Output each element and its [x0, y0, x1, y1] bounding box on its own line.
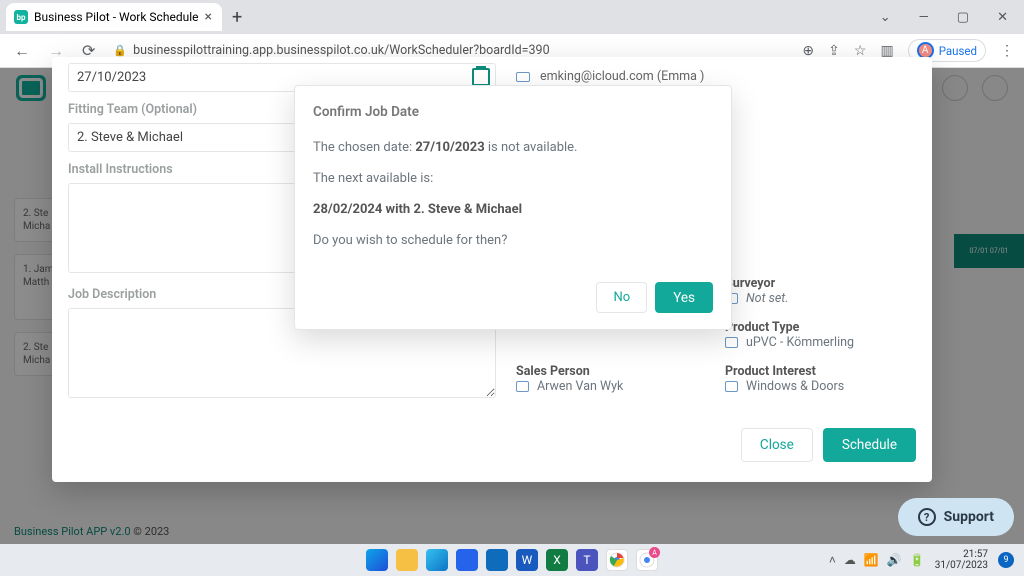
product-type-label: Product Type [725, 320, 916, 335]
confirm-title: Confirm Job Date [313, 104, 713, 120]
maximize-icon[interactable]: ▢ [957, 10, 969, 25]
url-text: businesspilottraining.app.businesspilot.… [133, 43, 550, 58]
cloud-icon[interactable]: ☁ [844, 553, 856, 567]
confirm-line1: The chosen date: 27/10/2023 is not avail… [313, 140, 713, 155]
close-button[interactable]: Close [741, 428, 813, 462]
calendar-icon[interactable] [472, 68, 490, 86]
outlook-icon[interactable] [486, 549, 508, 571]
date-text: 31/07/2023 [935, 560, 988, 571]
browser-tab-strip: bp Business Pilot - Work Schedule × + ⌄ … [0, 0, 1024, 34]
surveyor-label: Surveyor [725, 276, 916, 291]
list-icon [725, 381, 738, 392]
yes-button[interactable]: Yes [655, 282, 713, 313]
system-tray[interactable]: ˄ ☁ 📶 🔊 🔋 [829, 553, 925, 567]
product-interest-label: Product Interest [725, 364, 916, 379]
battery-icon[interactable]: 🔋 [910, 553, 925, 567]
support-button[interactable]: ? Support [898, 498, 1014, 536]
product-interest-value: Windows & Doors [746, 379, 844, 394]
url-field[interactable]: 🔒 businesspilottraining.app.businesspilo… [109, 43, 792, 58]
clock[interactable]: 21:57 31/07/2023 [935, 549, 988, 571]
chrome-active-icon[interactable]: A [636, 549, 658, 571]
word-icon[interactable]: W [516, 549, 538, 571]
excel-icon[interactable]: X [546, 549, 568, 571]
mail-icon [516, 72, 530, 82]
volume-icon[interactable]: 🔊 [887, 553, 902, 567]
lock-icon: 🔒 [113, 44, 127, 57]
chrome-icon[interactable] [606, 549, 628, 571]
surveyor-value: Not set. [746, 291, 788, 306]
product-type-value: uPVC - Kömmerling [746, 335, 854, 350]
close-window-icon[interactable]: ✕ [997, 10, 1008, 25]
close-icon[interactable]: × [204, 9, 211, 25]
browser-tab[interactable]: bp Business Pilot - Work Schedule × [6, 3, 222, 31]
tab-title: Business Pilot - Work Schedule [34, 10, 198, 24]
contact-email-row: emking@icloud.com (Emma ) [516, 69, 916, 84]
schedule-button[interactable]: Schedule [823, 428, 916, 462]
list-icon [725, 337, 738, 348]
kebab-menu-icon[interactable]: ⋮ [1000, 43, 1014, 59]
taskbar-apps: W X T A [366, 549, 658, 571]
confirm-line2: The next available is: [313, 171, 713, 186]
time-text: 21:57 [935, 549, 988, 560]
card-icon [516, 381, 529, 392]
sales-person-label: Sales Person [516, 364, 707, 379]
back-button[interactable]: ← [10, 41, 34, 61]
confirm-line3: 28/02/2024 with 2. Steve & Michael [313, 202, 713, 217]
teams-icon[interactable]: T [576, 549, 598, 571]
windows-taskbar: W X T A ˄ ☁ 📶 🔊 🔋 21:57 31/07/2023 9 [0, 544, 1024, 576]
chevron-down-icon[interactable]: ⌄ [880, 10, 891, 25]
explorer-icon[interactable] [396, 549, 418, 571]
minimize-icon[interactable]: — [919, 10, 929, 25]
contact-email: emking@icloud.com (Emma ) [540, 69, 704, 84]
edge-icon[interactable] [426, 549, 448, 571]
paused-label: Paused [939, 44, 977, 58]
help-icon: ? [918, 508, 936, 526]
store-icon[interactable] [456, 549, 478, 571]
window-controls: ⌄ — ▢ ✕ [880, 10, 1018, 25]
sales-person-value: Arwen Van Wyk [537, 379, 623, 394]
start-icon[interactable] [366, 549, 388, 571]
confirm-line4: Do you wish to schedule for then? [313, 233, 713, 248]
notification-badge[interactable]: 9 [998, 552, 1014, 568]
no-button[interactable]: No [596, 282, 647, 313]
new-tab-button[interactable]: + [222, 7, 252, 28]
confirm-job-date-popup: Confirm Job Date The chosen date: 27/10/… [294, 85, 732, 330]
wifi-icon[interactable]: 📶 [864, 553, 879, 567]
chevron-up-icon[interactable]: ˄ [829, 553, 836, 567]
support-label: Support [944, 509, 994, 525]
tab-favicon: bp [14, 10, 28, 24]
